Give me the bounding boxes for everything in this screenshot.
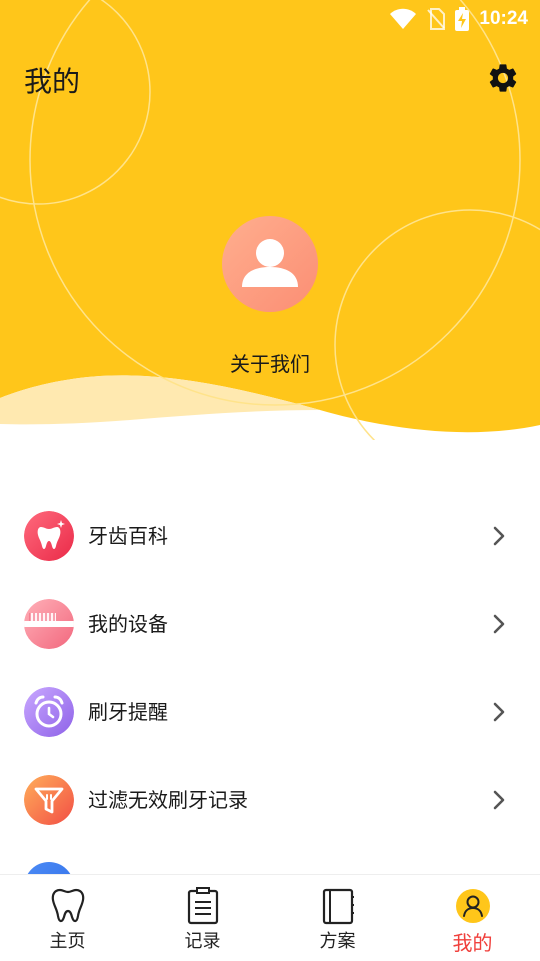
settings-menu: 牙齿百科 我的设备 刷牙提醒 过滤无效刷牙记录 [0,492,540,844]
chevron-right-icon [493,702,505,722]
chevron-right-icon [493,790,505,810]
status-bar: 10:24 [0,0,540,36]
alarm-clock-icon [24,687,74,737]
tab-label: 我的 [452,931,493,955]
tooth-icon [51,888,85,923]
menu-item-my-devices[interactable]: 我的设备 [0,580,540,668]
menu-item-label: 刷牙提醒 [88,700,168,724]
chevron-right-icon [493,614,505,634]
menu-item-label: 我的设备 [88,612,168,636]
menu-item-brushing-reminder[interactable]: 刷牙提醒 [0,668,540,756]
tab-label: 方案 [319,931,356,952]
clipboard-icon [187,887,219,925]
wifi-icon [390,8,417,29]
tooth-sparkle-icon [24,511,74,561]
filter-icon [24,775,74,825]
menu-item-filter-invalid-records[interactable]: 过滤无效刷牙记录 [0,756,540,844]
about-us-link[interactable]: 关于我们 [0,348,540,377]
status-time: 10:24 [479,8,528,29]
menu-item-tooth-encyclopedia[interactable]: 牙齿百科 [0,492,540,580]
tab-plans[interactable]: 方案 [270,875,405,961]
menu-item-label: 牙齿百科 [88,524,168,548]
tab-label: 记录 [184,931,221,952]
no-sim-icon [427,8,446,30]
profile-header: 10:24 我的 关于我们 [0,0,540,440]
tab-home[interactable]: 主页 [0,875,135,961]
page-title: 我的 [24,65,81,98]
profile-icon [456,889,490,923]
bottom-tab-bar: 主页 记录 方案 我的 [0,874,540,961]
toothbrush-icon [24,599,74,649]
menu-item-label: 过滤无效刷牙记录 [88,788,248,812]
notebook-icon [322,888,354,925]
battery-charging-icon [455,7,470,31]
tab-profile[interactable]: 我的 [405,875,540,961]
user-avatar-icon [242,239,298,287]
avatar[interactable] [222,216,318,312]
gear-icon[interactable] [486,61,520,95]
tab-records[interactable]: 记录 [135,875,270,961]
chevron-right-icon [493,526,505,546]
tab-label: 主页 [49,931,86,952]
